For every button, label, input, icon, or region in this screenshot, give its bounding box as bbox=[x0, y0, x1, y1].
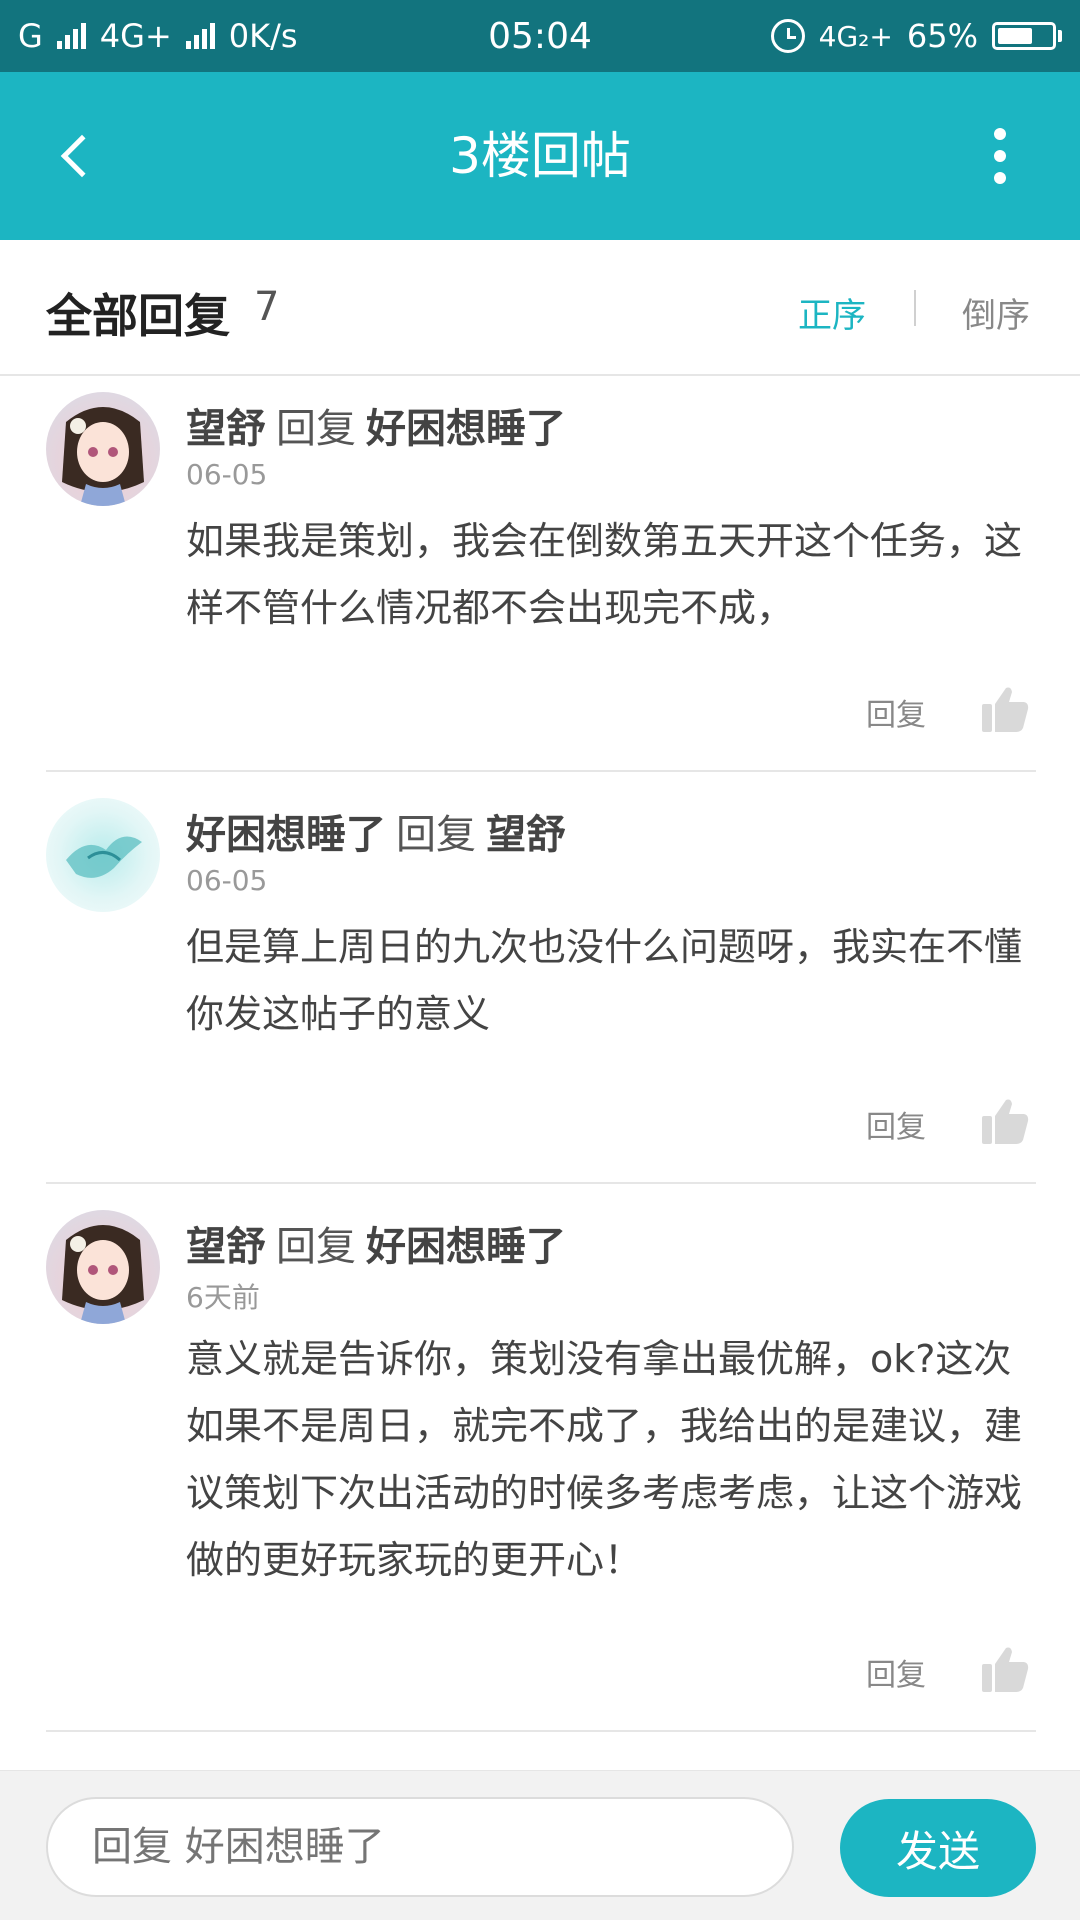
reply-date: 06-05 bbox=[186, 864, 268, 897]
replies-count: 7 bbox=[254, 284, 280, 330]
reply-item: 望舒 回复 好困想睡了 06-05 如果我是策划，我会在倒数第五天开这个任务，这样不… bbox=[0, 378, 1080, 772]
network-label: 4G+ bbox=[99, 17, 172, 55]
app-bar: 3楼回帖 bbox=[0, 72, 1080, 240]
reply-composer: 发送 bbox=[0, 1770, 1080, 1920]
reply-item: 望舒 回复 好困想睡了 6天前 意义就是告诉你，策划没有拿出最优解，ok?这次如果不… bbox=[0, 1184, 1080, 1732]
reply-meta: 望舒 回复 好困想睡了 bbox=[186, 1214, 566, 1272]
reply-meta: 好困想睡了 回复 望舒 bbox=[186, 802, 566, 860]
more-menu-button[interactable] bbox=[960, 116, 1040, 196]
status-bar: G 4G+ 0K/s 05:04 4G₂+ 65% bbox=[0, 0, 1080, 72]
signal-icon-2 bbox=[185, 23, 215, 49]
reply-content: 意义就是告诉你，策划没有拿出最优解，ok?这次如果不是周日，就完不成了，我给出的… bbox=[186, 1337, 1023, 1582]
replies-list: 望舒 回复 好困想睡了 06-05 如果我是策划，我会在倒数第五天开这个任务，这样不… bbox=[0, 378, 1080, 1768]
net-speed: 0K/s bbox=[228, 17, 298, 55]
avatar[interactable] bbox=[46, 1210, 160, 1324]
avatar[interactable] bbox=[46, 798, 160, 912]
reply-date: 6天前 bbox=[186, 1281, 260, 1314]
page-title: 3楼回帖 bbox=[449, 127, 631, 185]
reply-target[interactable]: 好困想睡了 bbox=[366, 406, 566, 452]
reply-author[interactable]: 望舒 bbox=[186, 1224, 266, 1270]
alarm-icon bbox=[770, 19, 805, 53]
signal-icon bbox=[56, 23, 86, 49]
chevron-left-icon bbox=[60, 134, 104, 178]
reply-button[interactable]: 回复 bbox=[866, 690, 926, 734]
reply-date: 06-05 bbox=[186, 458, 268, 491]
reply-verb: 回复 bbox=[276, 406, 356, 452]
reply-target[interactable]: 好困想睡了 bbox=[366, 1224, 566, 1270]
send-button[interactable]: 发送 bbox=[840, 1799, 1036, 1897]
reply-content: 但是算上周日的九次也没什么问题呀，我实在不懂你发这帖子的意义 bbox=[186, 925, 1023, 1036]
replies-title: 全部回复 bbox=[46, 289, 230, 343]
status-left: G 4G+ 0K/s bbox=[18, 17, 298, 55]
battery-icon bbox=[992, 22, 1062, 50]
like-icon[interactable] bbox=[980, 1644, 1030, 1694]
reply-input[interactable] bbox=[46, 1797, 794, 1897]
like-icon[interactable] bbox=[980, 1096, 1030, 1146]
reply-item: 好困想睡了 回复 望舒 06-05 但是算上周日的九次也没什么问题呀，我实在不懂你发… bbox=[0, 772, 1080, 1184]
reply-verb: 回复 bbox=[276, 1224, 356, 1270]
battery-percent: 65% bbox=[906, 17, 978, 55]
carrier-label: G bbox=[18, 17, 43, 55]
reply-author[interactable]: 好困想睡了 bbox=[186, 812, 386, 858]
sort-ascending-tab[interactable]: 正序 bbox=[798, 288, 866, 337]
back-button[interactable] bbox=[36, 116, 116, 196]
reply-button[interactable]: 回复 bbox=[866, 1102, 926, 1146]
reply-target[interactable]: 望舒 bbox=[486, 812, 566, 858]
reply-button[interactable]: 回复 bbox=[866, 1650, 926, 1694]
reply-content: 如果我是策划，我会在倒数第五天开这个任务，这样不管什么情况都不会出现完不成， bbox=[186, 519, 1023, 630]
network-label-2: 4G₂+ bbox=[818, 19, 893, 53]
replies-header: 全部回复 7 正序 倒序 bbox=[0, 240, 1080, 376]
divider bbox=[46, 1730, 1036, 1732]
reply-verb: 回复 bbox=[396, 812, 476, 858]
like-icon[interactable] bbox=[980, 684, 1030, 734]
status-right: 4G₂+ 65% bbox=[770, 17, 1062, 55]
sort-divider bbox=[914, 290, 916, 326]
more-vertical-icon bbox=[994, 128, 1006, 140]
reply-author[interactable]: 望舒 bbox=[186, 406, 266, 452]
avatar[interactable] bbox=[46, 392, 160, 506]
sort-descending-tab[interactable]: 倒序 bbox=[962, 288, 1030, 337]
reply-meta: 望舒 回复 好困想睡了 bbox=[186, 396, 566, 454]
